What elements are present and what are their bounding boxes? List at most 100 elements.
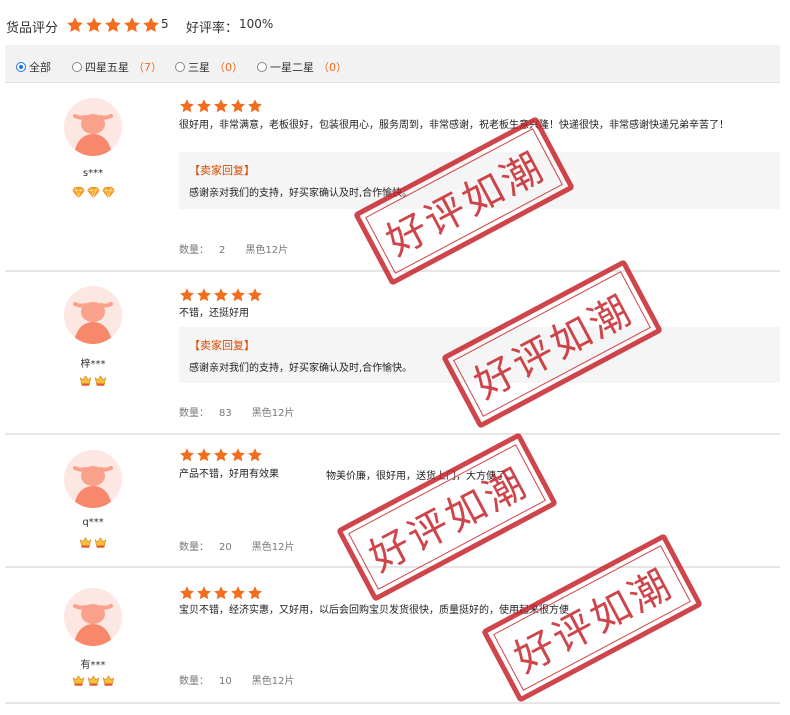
filter-label: 三星 — [188, 61, 210, 74]
review-stars — [179, 98, 264, 114]
star-icon — [230, 585, 246, 601]
quantity-value: 10 — [219, 676, 232, 687]
radio-icon[interactable] — [16, 62, 26, 72]
star-icon — [196, 447, 212, 463]
reviewer-level-badges — [5, 186, 181, 199]
filter-label: 四星五星 — [85, 61, 129, 74]
crown-icon — [94, 374, 107, 387]
filter-count: （0） — [214, 61, 243, 74]
filter-label: 一星二星 — [270, 61, 314, 74]
review-text: 不错，还挺好用 — [179, 308, 249, 319]
filter-count: （0） — [318, 61, 347, 74]
quantity: 数量： 2 — [179, 245, 235, 256]
order-meta: 数量： 83 黑色12片 — [179, 404, 304, 419]
star-icon — [123, 16, 141, 34]
reviewer-name: s*** — [82, 168, 104, 179]
seller-reply-title: 【卖家回复】 — [189, 164, 255, 177]
order-meta: 数量： 20 黑色12片 — [179, 538, 304, 553]
star-icon — [104, 16, 122, 34]
star-icon — [247, 287, 263, 303]
review-stars — [179, 585, 264, 601]
order-meta: 数量： 10 黑色12片 — [179, 672, 304, 687]
quantity-value: 2 — [219, 245, 226, 256]
crown-icon — [102, 674, 115, 687]
crown-icon — [94, 536, 107, 549]
star-icon — [85, 16, 103, 34]
crown-icon — [79, 374, 92, 387]
quantity-label: 数量： — [179, 542, 209, 553]
review-text: 产品不错，好用有效果 — [179, 469, 279, 480]
filter-four-five-stars[interactable]: 四星五星 （7） — [72, 59, 162, 75]
radio-icon[interactable] — [72, 62, 82, 72]
star-icon — [213, 585, 229, 601]
good-rate-label: 好评率： — [186, 21, 239, 36]
reviewer-name: q*** — [82, 517, 104, 528]
reviewer-level-badges — [5, 674, 181, 687]
spec: 黑色12片 — [245, 245, 289, 256]
diamond-icon — [101, 186, 115, 199]
star-icon — [213, 447, 229, 463]
star-icon — [247, 98, 263, 114]
star-icon — [230, 98, 246, 114]
quantity-value: 20 — [219, 542, 232, 553]
quantity-label: 数量： — [179, 408, 209, 419]
quantity-label: 数量： — [179, 245, 209, 256]
star-icon — [196, 98, 212, 114]
reviewer-level-badges — [5, 536, 181, 549]
diamond-icon — [71, 186, 85, 199]
reviewer-name: 梓*** — [80, 359, 106, 370]
quantity-value: 83 — [219, 408, 232, 419]
score-value: 5 — [161, 17, 169, 31]
reviewer-level-badges — [5, 374, 181, 387]
review-item: 梓*** 不错，还挺好用 【卖家回复】 感谢亲对我们的支持，好买家确认及时,合作… — [5, 272, 780, 435]
avatar — [64, 98, 122, 156]
spec: 黑色12片 — [251, 408, 295, 419]
seller-reply-text: 感谢亲对我们的支持，好买家确认及时,合作愉快。 — [189, 188, 413, 199]
filter-all[interactable]: 全部 — [16, 59, 51, 75]
score-label: 货品评分 — [6, 21, 59, 36]
order-meta: 数量： 2 黑色12片 — [179, 241, 298, 256]
diamond-icon — [86, 186, 100, 199]
avatar — [64, 286, 122, 344]
star-icon — [179, 585, 195, 601]
score-stars — [66, 16, 161, 34]
star-icon — [196, 287, 212, 303]
reviewer-name: 有*** — [80, 660, 106, 671]
good-rate-value: 100% — [239, 17, 274, 31]
review-stars — [179, 287, 264, 303]
star-icon — [230, 287, 246, 303]
crown-icon — [72, 674, 85, 687]
seller-reply-text: 感谢亲对我们的支持，好买家确认及时,合作愉快。 — [189, 363, 413, 374]
rating-summary: 货品评分 5 好评率： 100% — [0, 0, 790, 44]
quantity: 数量： 20 — [179, 542, 242, 553]
seller-reply-title: 【卖家回复】 — [189, 339, 255, 352]
filter-three-stars[interactable]: 三星 （0） — [175, 59, 243, 75]
star-icon — [196, 585, 212, 601]
star-icon — [213, 98, 229, 114]
review-text: 很好用，非常满意，老板很好，包装很用心，服务周到，非常感谢，祝老板生意兴隆！快递… — [179, 120, 729, 131]
filter-count: （7） — [133, 61, 162, 74]
star-icon — [179, 98, 195, 114]
crown-icon — [87, 674, 100, 687]
star-icon — [247, 447, 263, 463]
radio-icon[interactable] — [257, 62, 267, 72]
spec: 黑色12片 — [251, 542, 295, 553]
star-icon — [179, 287, 195, 303]
star-icon — [142, 16, 160, 34]
star-icon — [179, 447, 195, 463]
avatar — [64, 450, 122, 508]
star-icon — [66, 16, 84, 34]
spec: 黑色12片 — [251, 676, 295, 687]
crown-icon — [79, 536, 92, 549]
quantity: 数量： 83 — [179, 408, 242, 419]
quantity: 数量： 10 — [179, 676, 242, 687]
radio-icon[interactable] — [175, 62, 185, 72]
star-icon — [213, 287, 229, 303]
rating-filter-bar: 全部 四星五星 （7） 三星 （0） 一星二星 （0） — [5, 45, 780, 83]
filter-label: 全部 — [29, 61, 51, 74]
quantity-label: 数量： — [179, 676, 209, 687]
filter-one-two-stars[interactable]: 一星二星 （0） — [257, 59, 347, 75]
avatar — [64, 588, 122, 646]
star-icon — [230, 447, 246, 463]
star-icon — [247, 585, 263, 601]
